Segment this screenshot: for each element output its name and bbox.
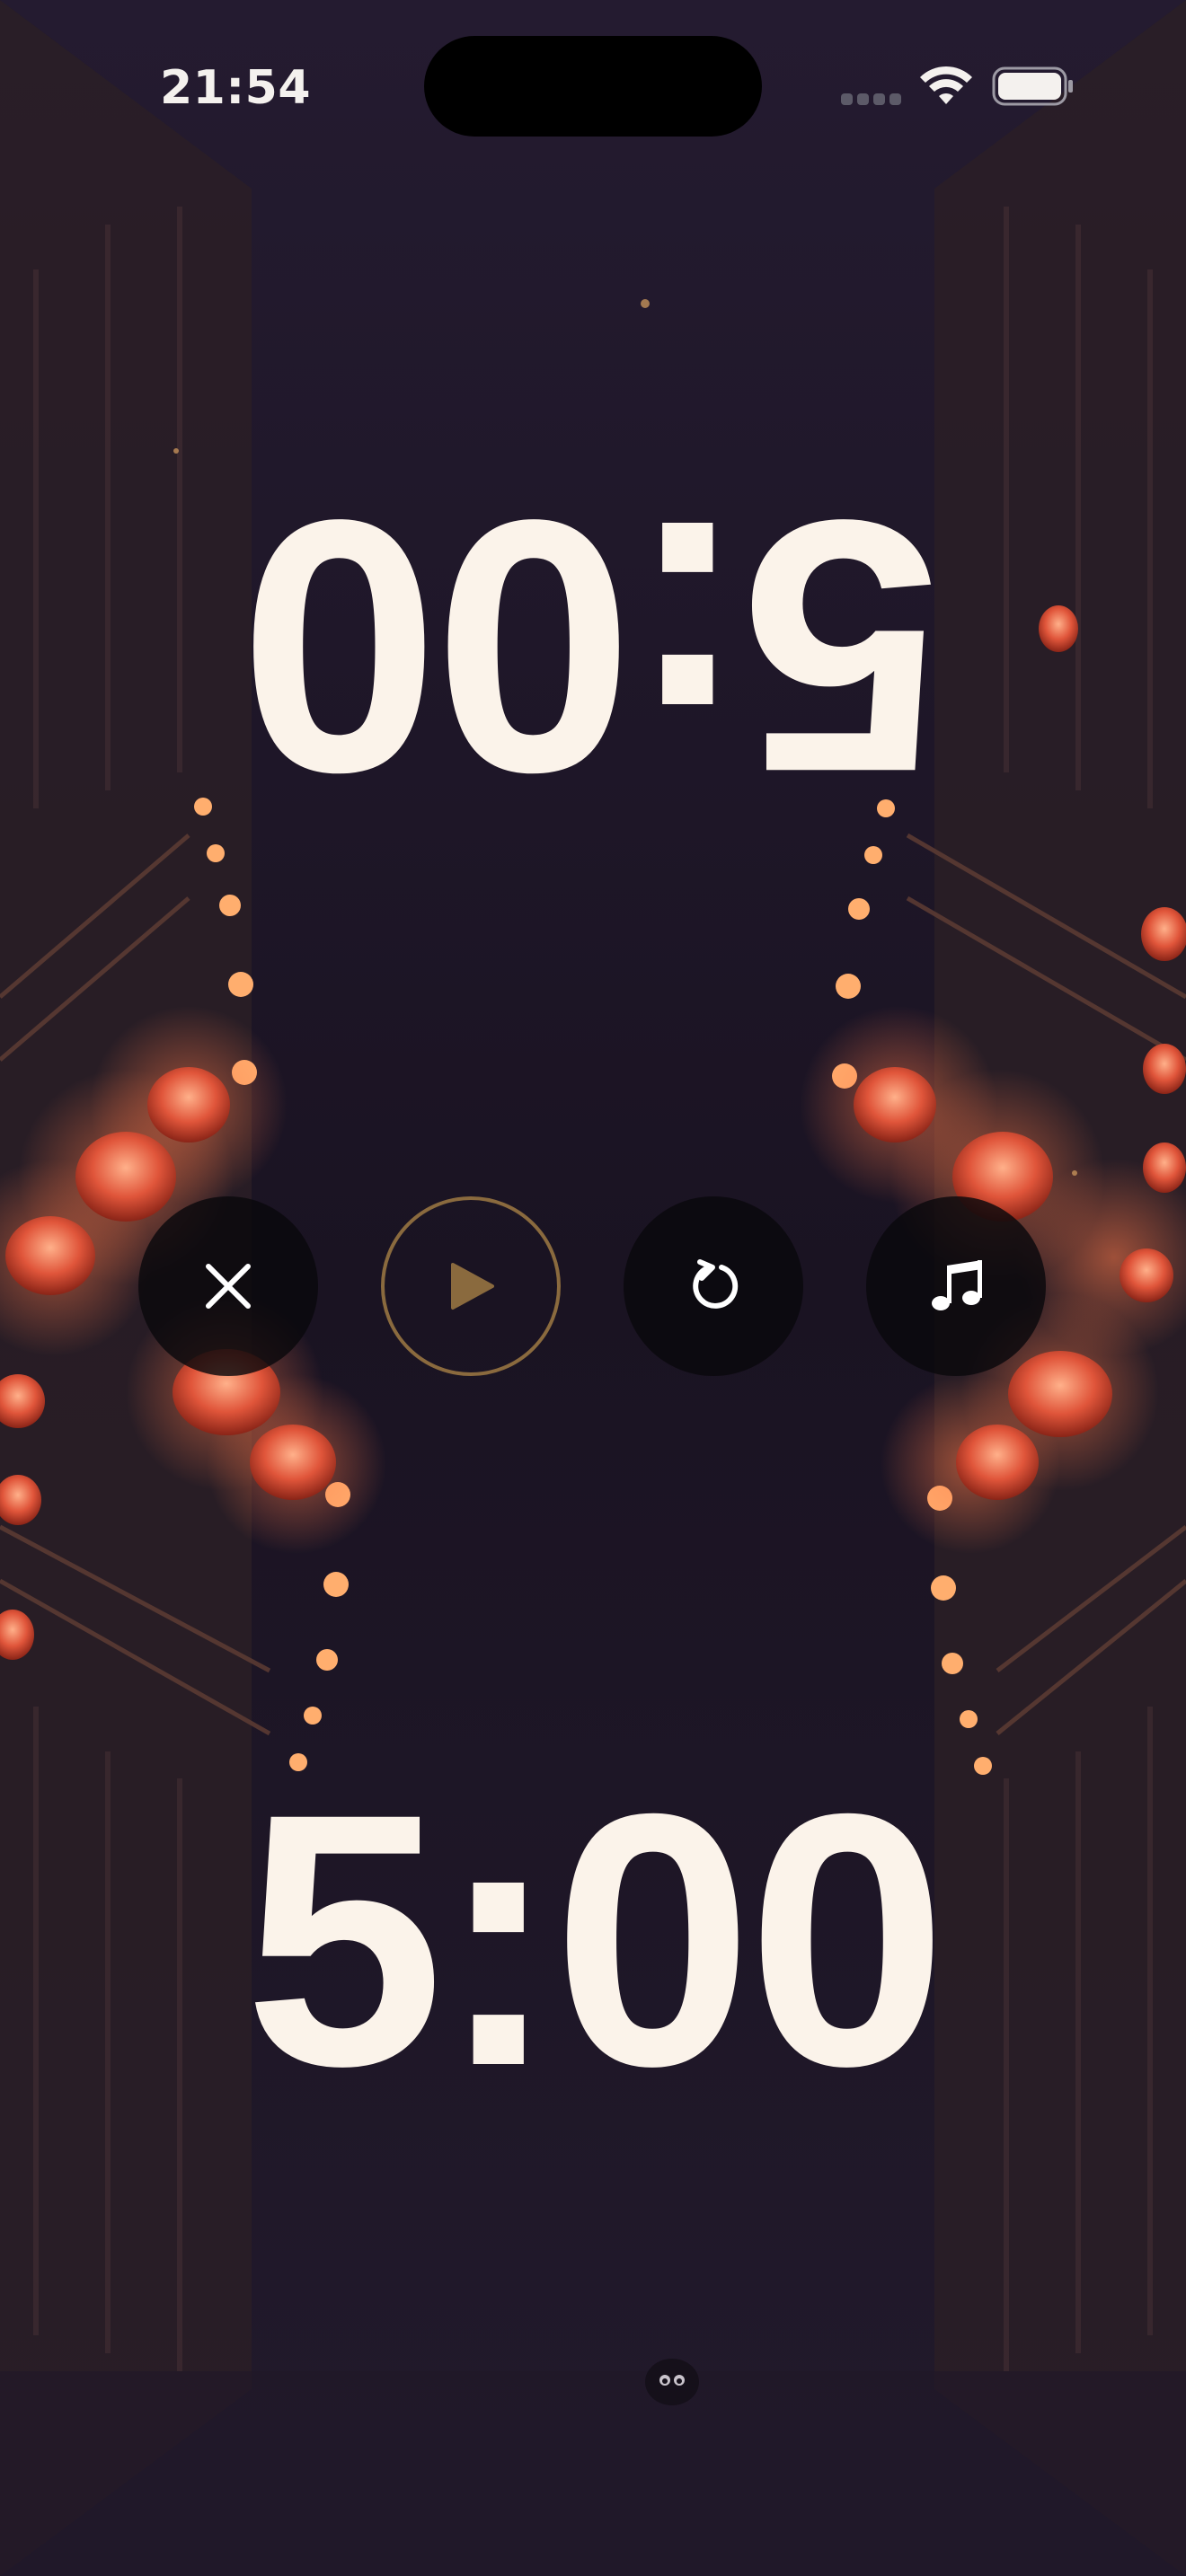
mascot-icon [645, 2359, 699, 2405]
reset-button[interactable] [624, 1196, 803, 1376]
music-note-icon [932, 1260, 982, 1310]
play-button[interactable] [381, 1196, 561, 1376]
dynamic-island [424, 36, 762, 137]
status-time: 21:54 [160, 61, 312, 115]
wifi-icon [920, 66, 972, 104]
reset-icon [693, 1259, 739, 1309]
close-icon [206, 1264, 251, 1309]
close-button[interactable] [138, 1196, 318, 1376]
player-timer[interactable]: 5:00 [0, 1760, 1186, 2120]
cellular-signal-icon [841, 93, 902, 106]
music-button[interactable] [866, 1196, 1046, 1376]
battery-icon [992, 66, 1073, 106]
opponent-timer[interactable]: 5:00 [0, 446, 1186, 848]
play-icon [451, 1263, 494, 1310]
